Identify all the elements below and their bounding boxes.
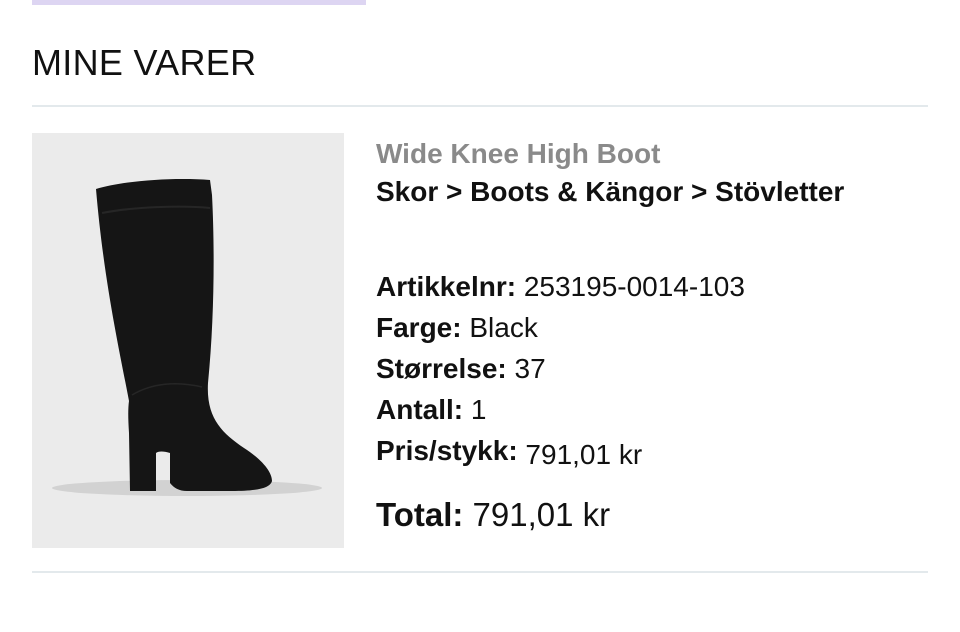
product-details: Wide Knee High Boot Skor > Boots & Kängo… (376, 136, 926, 537)
color-label: Farge: (376, 312, 462, 343)
accent-bar (32, 0, 366, 5)
unit-price-row: Pris/stykk: 791,01 kr (376, 430, 926, 471)
article-number-label: Artikkelnr: (376, 271, 517, 302)
divider-bottom (32, 571, 928, 573)
total-value: 791,01 kr (472, 496, 611, 533)
product-name[interactable]: Wide Knee High Boot (376, 136, 926, 172)
article-number-row: Artikkelnr: 253195-0014-103 (376, 266, 926, 307)
total-row: Total: 791,01 kr (376, 493, 926, 537)
quantity-row: Antall: 1 (376, 389, 926, 430)
article-number-value: 253195-0014-103 (523, 271, 745, 302)
unit-price-label: Pris/stykk: (376, 435, 518, 466)
quantity-value: 1 (470, 394, 487, 425)
color-value: Black (469, 312, 538, 343)
unit-price-value: 791,01 kr (525, 439, 643, 470)
boot-illustration (52, 179, 322, 496)
size-label: Størrelse: (376, 353, 507, 384)
product-breadcrumb: Skor > Boots & Kängor > Stövletter (376, 176, 845, 207)
size-value: 37 (514, 353, 546, 384)
section-title: MINE VARER (32, 42, 257, 83)
quantity-label: Antall: (376, 394, 464, 425)
product-image[interactable] (32, 133, 344, 548)
product-attributes: Artikkelnr: 253195-0014-103 Farge: Black… (376, 266, 926, 471)
color-row: Farge: Black (376, 307, 926, 348)
size-row: Størrelse: 37 (376, 348, 926, 389)
total-label: Total: (376, 496, 464, 533)
divider-top (32, 105, 928, 107)
